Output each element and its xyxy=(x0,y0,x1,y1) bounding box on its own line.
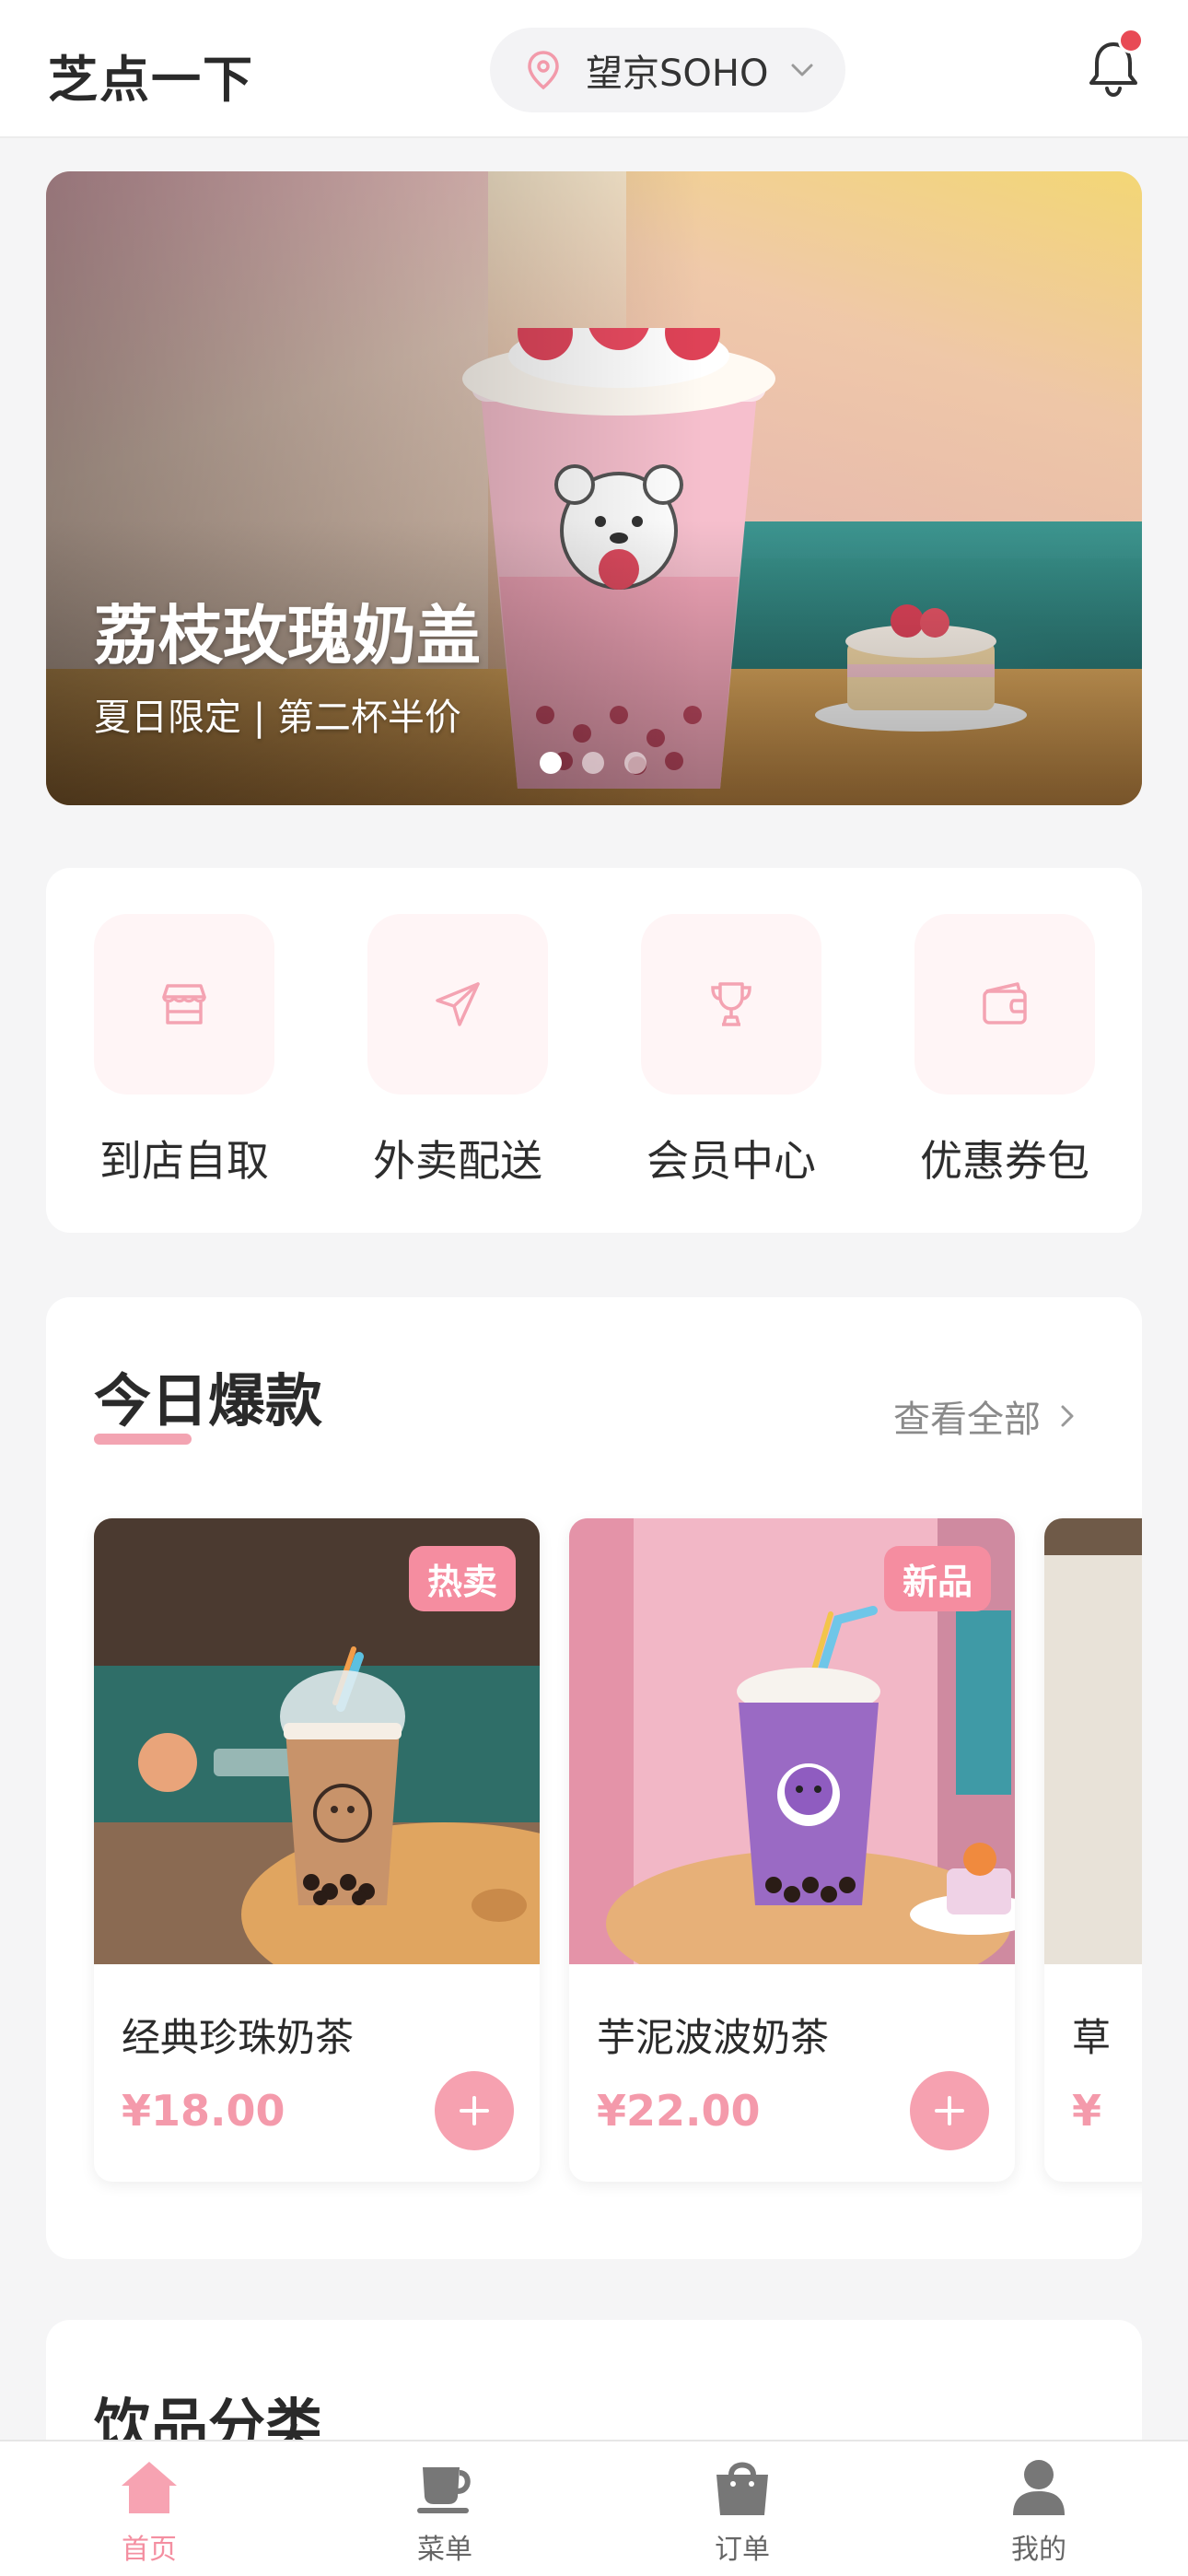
chevron-right-icon xyxy=(1061,1405,1074,1427)
tab-profile[interactable]: 我的 xyxy=(947,2454,1131,2567)
add-to-cart-button[interactable] xyxy=(910,2071,989,2150)
product-name: 草 xyxy=(1072,2015,1112,2060)
view-all-label: 查看全部 xyxy=(893,1399,1041,1441)
service-label: 到店自取 xyxy=(99,1136,269,1186)
map-pin-icon xyxy=(528,51,559,90)
view-all-link[interactable]: 查看全部 xyxy=(893,1389,1081,1443)
product-image xyxy=(1044,1518,1142,1964)
product-badge: 新品 xyxy=(883,1546,991,1611)
tab-label: 菜单 xyxy=(417,2534,472,2566)
top-header: 芝点一下 望京SOHO xyxy=(0,0,1188,138)
service-coupons[interactable]: 优惠券包 xyxy=(903,914,1106,1188)
banner-title: 荔枝玫瑰奶盖 xyxy=(94,598,481,673)
carousel-dot[interactable] xyxy=(624,752,646,774)
shopping-bag-icon xyxy=(716,2462,768,2515)
hot-products-section: 今日爆款 查看全部 热卖 经典珍珠奶茶 ¥18.00 新品 芋泥波波奶茶 ¥22… xyxy=(46,1297,1142,2259)
tab-label: 我的 xyxy=(1011,2534,1066,2566)
coffee-cup-icon xyxy=(417,2467,471,2513)
service-icon-box xyxy=(914,914,1095,1095)
service-label: 优惠券包 xyxy=(920,1136,1089,1186)
product-price: ¥ xyxy=(1072,2086,1102,2136)
carousel-dot[interactable] xyxy=(582,752,604,774)
banner-subtitle: 夏日限定 | 第二杯半价 xyxy=(94,697,461,739)
service-label: 会员中心 xyxy=(646,1136,816,1186)
store-icon xyxy=(162,984,206,1025)
send-icon xyxy=(436,982,480,1026)
trophy-icon xyxy=(711,982,751,1026)
tab-menu[interactable]: 菜单 xyxy=(353,2454,537,2567)
product-card[interactable]: 新品 芋泥波波奶茶 ¥22.00 xyxy=(569,1518,1015,2182)
service-membership[interactable]: 会员中心 xyxy=(630,914,833,1188)
product-price: ¥18.00 xyxy=(122,2086,285,2136)
tab-label: 首页 xyxy=(122,2534,177,2566)
service-icon-box xyxy=(641,914,821,1095)
add-to-cart-button[interactable] xyxy=(435,2071,514,2150)
wallet-icon xyxy=(983,982,1027,1025)
tab-orders[interactable]: 订单 xyxy=(650,2454,834,2567)
product-name: 芋泥波波奶茶 xyxy=(597,2015,830,2060)
service-icon-box xyxy=(367,914,548,1095)
product-card[interactable]: 草 ¥ xyxy=(1044,1518,1142,2182)
promo-banner[interactable]: 荔枝玫瑰奶盖 夏日限定 | 第二杯半价 xyxy=(46,171,1142,805)
tab-label: 订单 xyxy=(715,2534,770,2566)
carousel-indicator[interactable] xyxy=(540,752,646,774)
app-title: 芝点一下 xyxy=(48,51,254,109)
tab-home[interactable]: 首页 xyxy=(57,2454,241,2567)
bottom-tab-bar: 首页 菜单 订单 我的 xyxy=(0,2440,1188,2576)
title-underline xyxy=(94,1434,192,1445)
service-pickup[interactable]: 到店自取 xyxy=(83,914,285,1188)
product-card[interactable]: 热卖 经典珍珠奶茶 ¥18.00 xyxy=(94,1518,540,2182)
location-label: 望京SOHO xyxy=(586,53,769,95)
product-name: 经典珍珠奶茶 xyxy=(122,2015,355,2060)
service-entry-card: 到店自取 外卖配送 会员中心 优惠券包 xyxy=(46,868,1142,1233)
product-price: ¥22.00 xyxy=(597,2086,761,2136)
service-delivery[interactable]: 外卖配送 xyxy=(356,914,559,1188)
service-label: 外卖配送 xyxy=(373,1136,542,1186)
carousel-dot[interactable] xyxy=(540,752,562,774)
chevron-down-icon xyxy=(791,64,813,76)
plus-icon xyxy=(460,2096,489,2125)
notification-dot xyxy=(1118,28,1144,53)
product-badge: 热卖 xyxy=(408,1546,516,1611)
home-icon xyxy=(122,2462,177,2513)
service-icon-box xyxy=(94,914,274,1095)
section-title: 今日爆款 xyxy=(94,1367,323,1434)
location-selector[interactable]: 望京SOHO xyxy=(490,28,845,112)
plus-icon xyxy=(935,2096,964,2125)
user-icon xyxy=(1013,2460,1065,2515)
